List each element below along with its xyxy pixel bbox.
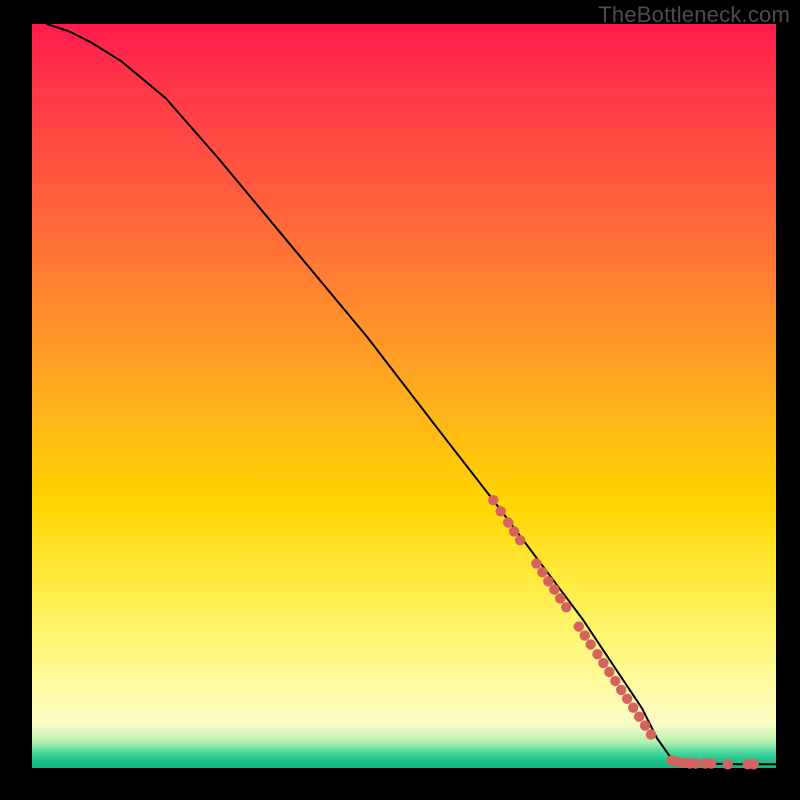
data-dot	[586, 639, 596, 649]
data-dot	[509, 526, 519, 536]
data-dot	[640, 720, 650, 730]
data-dot	[503, 517, 513, 527]
bottleneck-curve	[47, 24, 776, 764]
data-dot	[749, 759, 759, 769]
data-dot	[549, 584, 559, 594]
data-dot	[537, 567, 547, 577]
data-dot	[646, 729, 656, 739]
data-dot	[604, 667, 614, 677]
data-dot	[628, 703, 638, 713]
data-dot	[610, 676, 620, 686]
data-dot	[634, 712, 644, 722]
data-dot	[574, 621, 584, 631]
data-dot	[580, 630, 590, 640]
data-dot	[531, 558, 541, 568]
data-dot	[598, 658, 608, 668]
data-dot	[561, 602, 571, 612]
data-dot	[722, 759, 732, 769]
data-dot	[706, 758, 716, 768]
watermark-text: TheBottleneck.com	[598, 2, 790, 28]
chart-stage: TheBottleneck.com	[0, 0, 800, 800]
data-dot	[496, 506, 506, 516]
data-dots	[488, 495, 759, 770]
plot-area	[32, 24, 776, 768]
data-dot	[622, 694, 632, 704]
plot-overlay-svg	[32, 24, 776, 768]
data-dot	[690, 758, 700, 768]
data-dot	[592, 649, 602, 659]
data-dot	[515, 535, 525, 545]
data-dot	[488, 495, 498, 505]
data-dot	[616, 685, 626, 695]
data-dot	[555, 593, 565, 603]
